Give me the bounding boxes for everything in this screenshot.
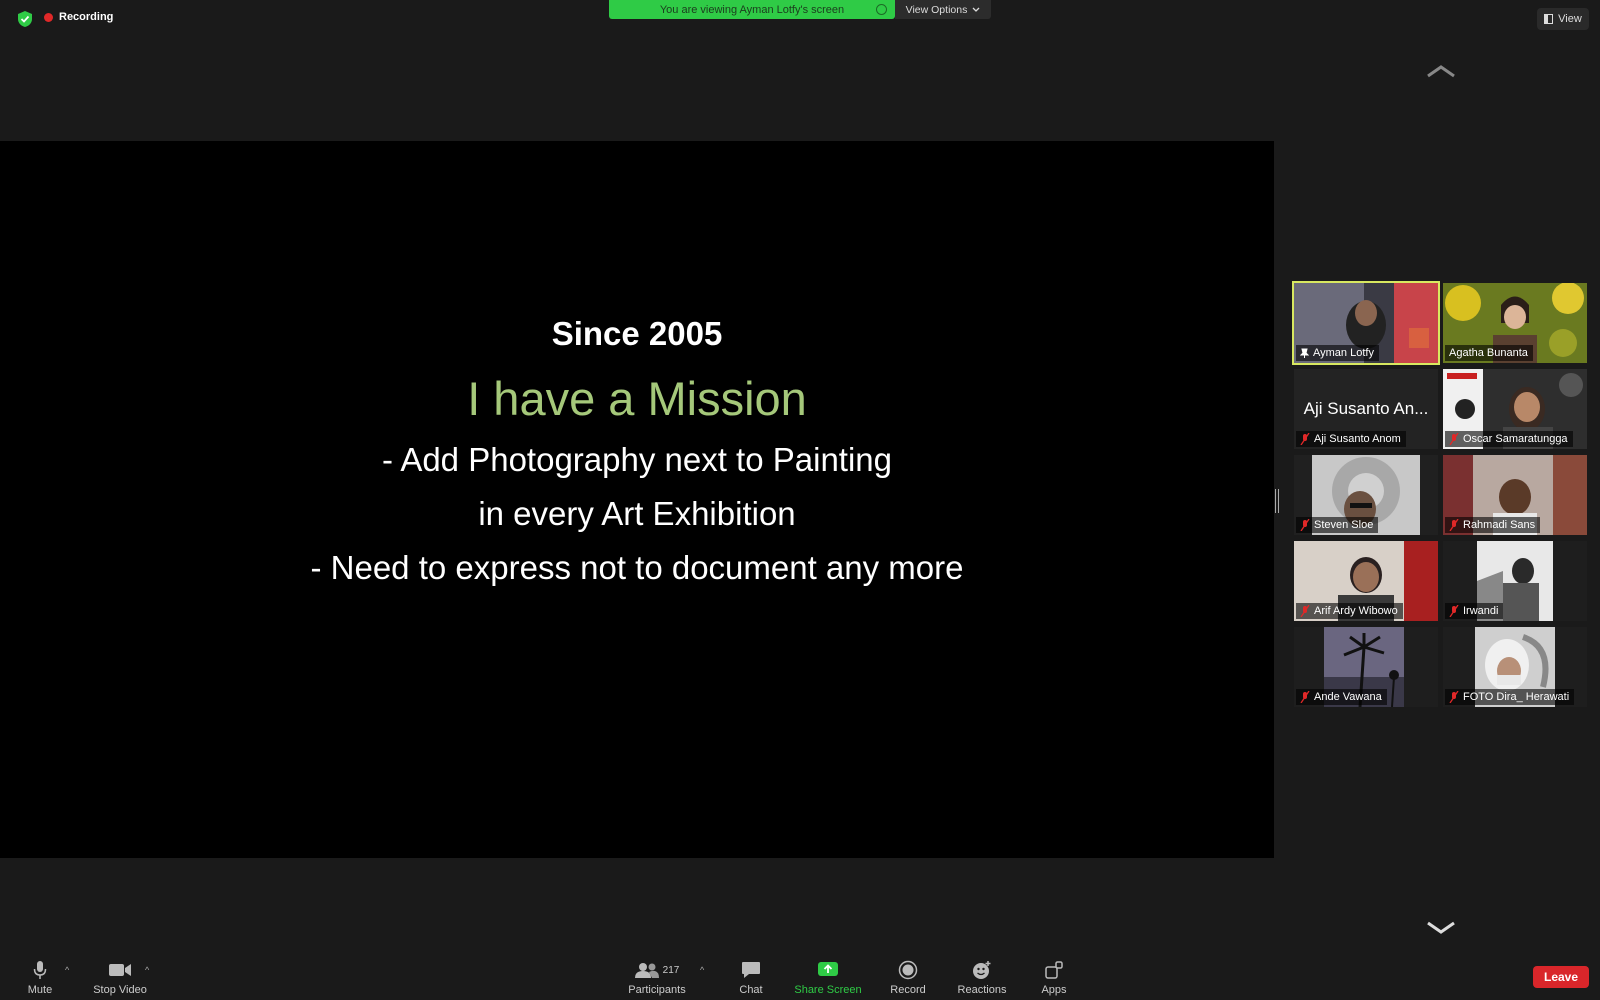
video-tile-arif-ardy-wibowo[interactable]: Arif Ardy Wibowo [1294,541,1438,621]
apps-label: Apps [1041,984,1067,996]
participant-name: Oscar Samaratungga [1463,433,1568,445]
participant-name: Irwandi [1463,605,1499,617]
participant-name-tag: Aji Susanto Anom [1296,431,1406,447]
mic-muted-icon [1300,605,1310,617]
pin-icon [1300,348,1309,358]
reactions-smiley-icon [973,961,991,979]
video-tile-foto-dira-herawati[interactable]: FOTO Dira_ Herawati [1443,627,1587,707]
shared-screen: Since 2005 I have a Mission - Add Photog… [0,141,1274,858]
view-layout-button[interactable]: View [1537,8,1589,30]
slide-line-2: in every Art Exhibition [478,495,796,532]
apps-button[interactable]: Apps [1014,959,1094,996]
participant-name-tag: Ande Vawana [1296,689,1387,705]
video-off-name: Aji Susanto An... [1303,399,1429,418]
recording-indicator[interactable]: Recording [44,11,113,23]
participant-name: Ayman Lotfy [1313,347,1374,359]
participant-name-tag: Oscar Samaratungga [1445,431,1573,447]
participant-name: Aji Susanto Anom [1314,433,1401,445]
share-screen-label: Share Screen [794,984,862,996]
video-options-caret-icon[interactable]: ^ [145,965,149,975]
leave-button[interactable]: Leave [1533,966,1589,988]
resize-handle[interactable] [1275,489,1279,513]
view-options-button[interactable]: View Options [895,0,991,19]
reactions-button[interactable]: Reactions [942,959,1022,996]
participant-name: Ande Vawana [1314,691,1382,703]
participants-label: Participants [628,984,686,996]
status-ring-icon [876,4,887,15]
audio-options-caret-icon[interactable]: ^ [65,965,69,975]
participant-name-tag: Rahmadi Sans [1445,517,1541,533]
video-tile-steven-sloe[interactable]: Steven Sloe [1294,455,1438,535]
video-tile-ayman-lotfy[interactable]: Ayman Lotfy [1292,281,1440,365]
participants-options-caret-icon[interactable]: ^ [700,965,704,975]
record-icon [898,960,918,980]
participant-name: Steven Sloe [1314,519,1374,531]
layout-icon [1544,14,1554,24]
video-tile-rahmadi-sans[interactable]: Rahmadi Sans [1443,455,1587,535]
slide-since-text: Since 2005 [551,315,723,352]
mic-muted-icon [1300,433,1310,445]
viewing-screen-banner: You are viewing Ayman Lotfy's screen [609,0,895,19]
participant-name: Agatha Bunanta [1449,347,1528,359]
participant-name-tag: Ayman Lotfy [1296,345,1379,361]
participant-name: Rahmadi Sans [1463,519,1536,531]
chevron-up-icon[interactable] [1425,63,1457,79]
stop-video-label: Stop Video [93,984,147,996]
viewing-banner-text: You are viewing Ayman Lotfy's screen [659,3,845,16]
video-tile-ande-vawana[interactable]: Ande Vawana [1294,627,1438,707]
chat-button[interactable]: Chat [711,959,791,996]
participants-count: 217 [662,964,680,976]
participant-name-tag: FOTO Dira_ Herawati [1445,689,1575,705]
mic-muted-icon [1449,691,1459,703]
zoom-meeting-window: Recording You are viewing Ayman Lotfy's … [0,0,1600,1000]
record-button[interactable]: Record [868,959,948,996]
participant-name-tag: Agatha Bunanta [1445,345,1533,361]
apps-icon [1045,961,1063,979]
slide-line-3: - Need to express not to document any mo… [310,549,964,586]
share-screen-icon [818,962,838,976]
participant-name: Arif Ardy Wibowo [1314,605,1398,617]
mic-muted-icon [1300,691,1310,703]
recording-dot-icon [44,12,53,22]
participant-name-tag: Steven Sloe [1296,517,1379,533]
mic-muted-icon [1449,605,1459,617]
view-options-label: View Options [905,3,968,16]
participants-icon [634,963,659,978]
reactions-label: Reactions [957,984,1007,996]
view-button-label: View [1558,13,1582,25]
chat-label: Chat [739,984,763,996]
mic-muted-icon [1449,433,1459,445]
share-screen-button[interactable]: Share Screen [788,959,868,996]
chevron-down-icon [972,7,980,12]
mic-muted-icon [1300,519,1310,531]
video-camera-icon [109,964,131,976]
video-tile-aji-susanto-anom[interactable]: Aji Susanto An... Aji Susanto Anom [1294,369,1438,449]
chevron-down-icon[interactable] [1425,920,1457,936]
chat-bubble-icon [742,962,760,978]
mute-label: Mute [27,984,53,996]
mic-muted-icon [1449,519,1459,531]
participant-name-tag: Arif Ardy Wibowo [1296,603,1403,619]
presentation-slide: Since 2005 I have a Mission - Add Photog… [0,141,1274,858]
participant-name: FOTO Dira_ Herawati [1463,691,1570,703]
slide-mission-title: I have a Mission [467,372,807,425]
shield-icon[interactable] [16,10,34,28]
slide-line-1: - Add Photography next to Painting [381,441,893,478]
video-tile-irwandi[interactable]: Irwandi [1443,541,1587,621]
video-tile-oscar-samaratungga[interactable]: Oscar Samaratungga [1443,369,1587,449]
recording-label: Recording [59,11,114,23]
microphone-icon [33,961,47,979]
video-tile-agatha-bunanta[interactable]: Agatha Bunanta [1443,283,1587,363]
participant-name-tag: Irwandi [1445,603,1504,619]
participants-button[interactable]: 217 Participants [617,959,697,996]
record-label: Record [890,984,926,996]
meeting-toolbar: Mute ^ Stop Video ^ 217 Participants ^ C… [0,955,1600,1000]
